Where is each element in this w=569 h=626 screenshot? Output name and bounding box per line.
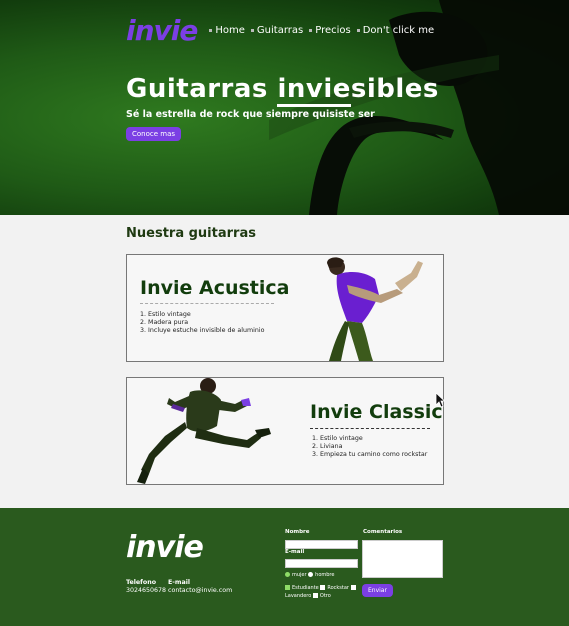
guitar-card-classic: Invie Classic 1. Estilo vintage 2. Livia… — [126, 377, 444, 485]
interest-checkbox-group: Estudiante Rockstar — [285, 585, 358, 591]
name-field-label: Nombre — [285, 529, 310, 535]
comments-textarea[interactable] — [362, 540, 443, 578]
nav-item-label: Don't click me — [362, 25, 435, 36]
checkbox-label: Estudiante — [292, 585, 319, 591]
checkbox-label: Rockstar — [327, 585, 349, 591]
hero-title-part2: sibles — [350, 74, 439, 104]
email-label: E-mail — [168, 579, 191, 586]
hero-title: Guitarras inviesibles — [126, 74, 439, 107]
jumping-rockstar-photo — [137, 378, 271, 484]
contact-labels: Telefono E-mail — [126, 579, 190, 586]
bullet-icon — [209, 29, 213, 32]
nav-item-precios[interactable]: Precios — [309, 25, 351, 36]
email-field-label: E-mail — [285, 549, 305, 555]
comments-field-label: Comentarios — [363, 529, 403, 535]
hero-title-part1: Guitarras — [126, 74, 278, 104]
radio-label: mujer — [292, 572, 307, 578]
guitar-card-acustica: Invie Acustica 1. Estilo vintage 2. Made… — [126, 254, 444, 362]
feature-item: 3. Empieza tu camino como rockstar — [312, 451, 428, 458]
phone-value: 3024650678 — [126, 587, 167, 594]
hero-subtitle: Sé la estrella de rock que siempre quisi… — [126, 109, 375, 120]
feature-item: 1. Estilo vintage — [140, 311, 191, 318]
divider — [310, 428, 430, 429]
email-value: contacto@invie.com — [168, 587, 233, 594]
feature-item: 2. Liviana — [312, 443, 343, 450]
mouse-cursor-icon — [435, 392, 445, 408]
guitars-section: Nuestra guitarras Invie Acustica 1. Esti… — [0, 215, 569, 508]
hero-section: invie Home Guitarras Precios Don't click… — [0, 0, 569, 215]
feature-item: 2. Madera pura — [140, 319, 189, 326]
top-nav: invie Home Guitarras Precios Don't click… — [126, 14, 434, 47]
hero-title-underlined: invie — [277, 74, 351, 107]
gender-radio-group: mujer hombre — [285, 572, 334, 578]
contact-values: 3024650678 contacto@invie.com — [126, 587, 232, 594]
checkbox-rockstar[interactable] — [320, 585, 326, 590]
guitar-name: Invie Acustica — [140, 277, 290, 299]
nav-item-dont-click[interactable]: Don't click me — [356, 25, 435, 36]
rockstar-photo — [327, 257, 423, 361]
email-field[interactable] — [285, 559, 358, 568]
divider — [140, 303, 274, 304]
checkbox-otro[interactable] — [312, 593, 318, 598]
nav-links: Home Guitarras Precios Don't click me — [203, 25, 434, 36]
section-title: Nuestra guitarras — [126, 226, 256, 241]
checkbox-label: Otro — [319, 593, 331, 599]
feature-item: 3. Incluye estuche invisible de aluminio — [140, 327, 265, 334]
bullet-icon — [250, 29, 254, 32]
footer-invie-logo: invie — [126, 530, 204, 565]
radio-mujer[interactable] — [285, 572, 290, 577]
nav-item-label: Precios — [315, 25, 351, 36]
nav-item-home[interactable]: Home — [209, 25, 245, 36]
bullet-icon — [356, 29, 360, 32]
page: invie Home Guitarras Precios Don't click… — [0, 0, 569, 626]
radio-hombre[interactable] — [308, 572, 314, 577]
interest-checkbox-group-2: Lavandero Otro — [285, 593, 331, 599]
nav-item-label: Guitarras — [256, 25, 304, 36]
checkbox-label: Lavandero — [285, 593, 312, 599]
feature-list: 1. Estilo vintage 2. Madera pura 3. Incl… — [140, 311, 264, 335]
radio-label: hombre — [315, 572, 335, 578]
feature-item: 1. Estilo vintage — [312, 435, 363, 442]
enviar-button[interactable]: Enviar — [362, 584, 393, 597]
invie-logo[interactable]: invie — [126, 14, 198, 47]
checkbox-lavandero[interactable] — [350, 585, 356, 590]
guitar-name: Invie Classic — [310, 401, 443, 423]
name-field[interactable] — [285, 540, 358, 549]
feature-list: 1. Estilo vintage 2. Liviana 3. Empieza … — [312, 435, 427, 459]
phone-label: Telefono — [126, 579, 157, 586]
checkbox-estudiante[interactable] — [285, 585, 290, 590]
nav-item-label: Home — [215, 25, 245, 36]
nav-item-guitarras[interactable]: Guitarras — [250, 25, 304, 36]
conoce-mas-button[interactable]: Conoce mas — [126, 127, 182, 141]
bullet-icon — [309, 29, 313, 32]
footer: invie Telefono E-mail 3024650678 contacto@… — [0, 508, 569, 626]
